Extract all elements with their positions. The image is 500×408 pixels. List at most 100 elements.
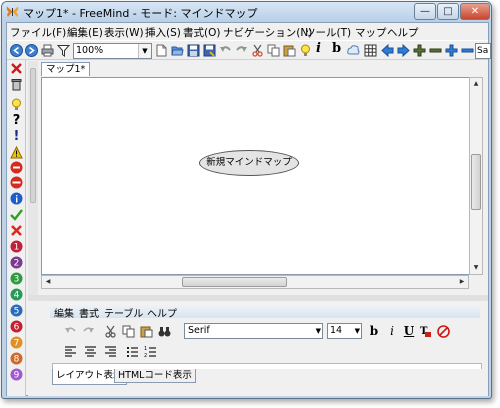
trash-icon[interactable] — [10, 78, 23, 91]
italic-icon[interactable]: i — [316, 42, 329, 56]
scroll-up-icon[interactable]: ▲ — [470, 78, 482, 90]
align-right-icon[interactable] — [104, 345, 117, 358]
minus-icon[interactable] — [429, 44, 442, 57]
svg-text:7: 7 — [14, 339, 20, 349]
info-icon[interactable] — [10, 192, 23, 205]
tab-html-code-view[interactable]: HTMLコード表示 — [114, 369, 196, 383]
scroll-down-icon[interactable]: ▼ — [470, 262, 482, 274]
close-button[interactable]: ✕ — [460, 3, 490, 20]
plus-icon[interactable] — [413, 44, 426, 57]
menu-edit[interactable]: 編集(E) — [67, 25, 103, 40]
zoom-select[interactable]: 100% ▼ — [73, 43, 152, 59]
search-input[interactable]: Sa — [475, 43, 491, 59]
left-arrow-icon[interactable] — [381, 44, 394, 57]
editor-menu-table[interactable]: テーブル — [104, 305, 143, 320]
cross-icon[interactable] — [10, 224, 23, 237]
exclamation-icon[interactable]: ! — [10, 130, 23, 143]
expand-plus-icon[interactable] — [445, 44, 458, 57]
back-arrow-icon[interactable] — [10, 44, 23, 57]
underline-button[interactable]: U — [402, 323, 416, 339]
new-map-icon[interactable] — [155, 44, 168, 57]
scroll-left-icon[interactable]: ◀ — [42, 276, 54, 288]
minimize-button[interactable]: — — [414, 3, 436, 20]
maximize-button[interactable]: □ — [437, 3, 459, 20]
scroll-right-icon[interactable]: ▶ — [456, 276, 468, 288]
font-size-select[interactable]: 14 ▼ — [327, 323, 362, 339]
stop-sign-icon[interactable] — [10, 176, 23, 189]
priority-3-icon[interactable]: 3 — [10, 272, 23, 285]
text-color-icon[interactable]: T — [419, 325, 432, 338]
redo-icon[interactable] — [235, 44, 248, 57]
collapse-minus-icon[interactable] — [461, 44, 474, 57]
right-arrow-icon[interactable] — [397, 44, 410, 57]
save-icon[interactable] — [187, 44, 200, 57]
priority-9-icon[interactable]: 9 — [10, 368, 23, 381]
tab-map1[interactable]: マップ1* — [41, 62, 91, 76]
priority-1-icon[interactable]: 1 — [10, 240, 23, 253]
menu-navigation[interactable]: ナビゲーション(N) — [223, 25, 312, 40]
paste-icon[interactable] — [140, 325, 153, 338]
zoom-value: 100% — [76, 45, 104, 56]
warning-icon[interactable] — [10, 146, 23, 159]
cut-icon[interactable] — [251, 44, 264, 57]
menu-format[interactable]: 書式(O) — [183, 25, 220, 40]
title-bar[interactable]: マップ1* - FreeMind - モード: マインドマップ — □ ✕ — [2, 2, 491, 22]
svg-text:4: 4 — [14, 291, 20, 301]
save-as-icon[interactable] — [203, 44, 216, 57]
copy-icon[interactable] — [122, 325, 135, 338]
copy-icon[interactable] — [267, 44, 280, 57]
stop-icon[interactable] — [10, 161, 23, 174]
bold-icon[interactable]: b — [332, 42, 345, 56]
print-icon[interactable] — [41, 44, 54, 57]
horizontal-scrollbar[interactable]: ◀ ▶ — [41, 275, 469, 289]
vertical-scrollbar[interactable]: ▲ ▼ — [469, 77, 483, 275]
priority-8-icon[interactable]: 8 — [10, 352, 23, 365]
vertical-scroll-thumb[interactable] — [471, 154, 481, 210]
filter-icon[interactable] — [57, 44, 70, 57]
priority-2-icon[interactable]: 2 — [10, 256, 23, 269]
root-node[interactable]: 新規マインドマップ — [199, 150, 299, 176]
open-folder-icon[interactable] — [171, 44, 184, 57]
question-icon[interactable]: ? — [10, 114, 23, 127]
menu-insert[interactable]: 挿入(S) — [145, 25, 181, 40]
italic-button[interactable]: i — [385, 323, 399, 339]
editor-menu-edit[interactable]: 編集 — [54, 305, 74, 320]
menu-view[interactable]: 表示(W) — [104, 25, 144, 40]
find-binoculars-icon[interactable] — [158, 325, 171, 338]
strikethrough-icon[interactable] — [437, 325, 450, 338]
splitter-handle[interactable] — [30, 68, 36, 203]
priority-6-icon[interactable]: 6 — [10, 320, 23, 333]
cut-icon[interactable] — [104, 325, 117, 338]
app-window: マップ1* - FreeMind - モード: マインドマップ — □ ✕ ファ… — [1, 1, 492, 399]
mind-map-canvas[interactable]: 新規マインドマップ — [41, 77, 481, 275]
align-center-icon[interactable] — [84, 345, 97, 358]
horizontal-scroll-thumb[interactable] — [182, 277, 287, 287]
idea-bulb-icon[interactable] — [10, 98, 23, 111]
undo-icon[interactable] — [219, 44, 232, 57]
menu-map[interactable]: マップ — [355, 25, 387, 40]
priority-4-icon[interactable]: 4 — [10, 288, 23, 301]
editor-menu-format[interactable]: 書式 — [79, 305, 99, 320]
redo-icon[interactable] — [82, 325, 95, 338]
undo-icon[interactable] — [64, 325, 77, 338]
idea-bulb-icon[interactable] — [299, 44, 312, 57]
check-icon[interactable] — [10, 208, 23, 221]
menu-tools[interactable]: ツール(T) — [305, 25, 351, 40]
priority-5-icon[interactable]: 5 — [10, 304, 23, 317]
priority-7-icon[interactable]: 7 — [10, 336, 23, 349]
svg-text:3: 3 — [14, 275, 20, 285]
delete-x-icon[interactable] — [10, 62, 23, 75]
numbered-list-icon[interactable]: 12 — [144, 345, 157, 358]
font-family-select[interactable]: Serif ▼ — [184, 323, 323, 339]
paste-icon[interactable] — [283, 44, 296, 57]
forward-arrow-icon[interactable] — [25, 44, 38, 57]
editor-menu-help[interactable]: ヘルプ — [147, 305, 177, 320]
note-editor: 編集 書式 テーブル ヘルプ Serif ▼ 14 ▼ b i U T 1 2 … — [28, 301, 488, 396]
bullet-list-icon[interactable] — [126, 345, 139, 358]
bold-button[interactable]: b — [367, 323, 381, 339]
grid-icon[interactable] — [364, 44, 377, 57]
cloud-icon[interactable] — [347, 44, 360, 57]
menu-help[interactable]: ヘルプ — [387, 25, 419, 40]
menu-file[interactable]: ファイル(F) — [10, 25, 66, 40]
align-left-icon[interactable] — [64, 345, 77, 358]
